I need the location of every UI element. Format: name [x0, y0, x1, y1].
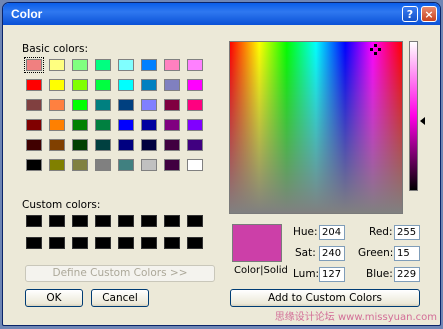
- custom-color-swatch[interactable]: [72, 237, 88, 249]
- add-to-custom-colors-button[interactable]: Add to Custom Colors: [230, 289, 420, 307]
- custom-color-swatch[interactable]: [26, 215, 42, 227]
- basic-color-swatch[interactable]: [26, 139, 42, 151]
- window-title: Color: [11, 7, 43, 21]
- custom-color-swatch[interactable]: [95, 215, 111, 227]
- color-spectrum[interactable]: [229, 41, 403, 214]
- basic-color-swatch[interactable]: [26, 99, 42, 111]
- basic-color-swatch[interactable]: [141, 139, 157, 151]
- custom-color-swatch[interactable]: [187, 215, 203, 227]
- basic-color-swatch[interactable]: [95, 119, 111, 131]
- basic-color-swatch[interactable]: [95, 59, 111, 71]
- custom-colors-grid: [26, 215, 203, 249]
- basic-color-swatch[interactable]: [187, 59, 203, 71]
- sat-field[interactable]: 240: [319, 246, 345, 261]
- basic-color-swatch[interactable]: [72, 139, 88, 151]
- basic-color-swatch[interactable]: [187, 159, 203, 171]
- hue-label: Hue:: [293, 226, 318, 238]
- custom-color-swatch[interactable]: [118, 237, 134, 249]
- basic-color-swatch[interactable]: [95, 79, 111, 91]
- sat-label: Sat:: [295, 247, 316, 259]
- basic-color-swatch[interactable]: [164, 79, 180, 91]
- custom-color-swatch[interactable]: [187, 237, 203, 249]
- watermark: 思缘设计论坛 www.missyuan.com: [274, 312, 437, 323]
- basic-color-swatch[interactable]: [141, 79, 157, 91]
- basic-color-swatch[interactable]: [49, 79, 65, 91]
- basic-color-swatch[interactable]: [164, 139, 180, 151]
- basic-color-swatch[interactable]: [141, 59, 157, 71]
- custom-color-swatch[interactable]: [164, 215, 180, 227]
- basic-color-swatch[interactable]: [49, 119, 65, 131]
- green-label: Green:: [358, 247, 394, 259]
- basic-color-swatch[interactable]: [72, 79, 88, 91]
- red-label: Red:: [369, 226, 393, 238]
- green-field[interactable]: 15: [394, 246, 420, 261]
- lum-label: Lum:: [293, 268, 320, 280]
- basic-color-swatch[interactable]: [95, 99, 111, 111]
- close-button[interactable]: ×: [421, 6, 437, 22]
- luminosity-slider[interactable]: [409, 41, 418, 191]
- basic-color-swatch[interactable]: [141, 159, 157, 171]
- basic-color-swatch[interactable]: [118, 119, 134, 131]
- basic-color-swatch[interactable]: [164, 99, 180, 111]
- basic-color-swatch[interactable]: [72, 119, 88, 131]
- basic-color-swatch[interactable]: [49, 159, 65, 171]
- cancel-button[interactable]: Cancel: [91, 289, 149, 307]
- basic-color-swatch[interactable]: [72, 99, 88, 111]
- red-field[interactable]: 255: [394, 225, 420, 240]
- custom-color-swatch[interactable]: [49, 215, 65, 227]
- custom-color-swatch[interactable]: [72, 215, 88, 227]
- basic-color-swatch[interactable]: [26, 159, 42, 171]
- color-dialog: Color ? × Basic colors: Custom colors: D…: [2, 2, 441, 326]
- basic-color-swatch[interactable]: [26, 119, 42, 131]
- basic-color-swatch[interactable]: [164, 59, 180, 71]
- help-button[interactable]: ?: [402, 6, 418, 22]
- basic-color-swatch[interactable]: [164, 159, 180, 171]
- basic-color-swatch[interactable]: [141, 119, 157, 131]
- basic-color-swatch[interactable]: [49, 99, 65, 111]
- basic-color-swatch[interactable]: [118, 79, 134, 91]
- custom-color-swatch[interactable]: [118, 215, 134, 227]
- basic-color-swatch[interactable]: [118, 99, 134, 111]
- basic-color-swatch[interactable]: [95, 139, 111, 151]
- custom-color-swatch[interactable]: [26, 237, 42, 249]
- basic-color-swatch[interactable]: [118, 159, 134, 171]
- basic-color-swatch[interactable]: [164, 119, 180, 131]
- blue-field[interactable]: 229: [394, 267, 420, 282]
- custom-colors-label: Custom colors:: [22, 199, 101, 211]
- basic-color-swatch[interactable]: [24, 57, 44, 73]
- basic-color-swatch[interactable]: [187, 119, 203, 131]
- basic-color-swatch[interactable]: [26, 79, 42, 91]
- luminosity-pointer-icon[interactable]: [420, 117, 425, 125]
- basic-color-swatch[interactable]: [187, 99, 203, 111]
- custom-color-swatch[interactable]: [141, 215, 157, 227]
- blue-label: Blue:: [366, 268, 393, 280]
- basic-color-swatch[interactable]: [95, 159, 111, 171]
- basic-color-swatch[interactable]: [187, 79, 203, 91]
- basic-color-swatch[interactable]: [49, 139, 65, 151]
- define-custom-colors-button[interactable]: Define Custom Colors >>: [25, 265, 215, 282]
- basic-color-swatch[interactable]: [72, 59, 88, 71]
- basic-color-swatch[interactable]: [118, 59, 134, 71]
- lum-field[interactable]: 127: [319, 267, 345, 282]
- basic-color-swatch[interactable]: [49, 59, 65, 71]
- crosshair-icon: [370, 44, 381, 55]
- basic-colors-label: Basic colors:: [22, 43, 88, 55]
- ok-button[interactable]: OK: [25, 289, 83, 307]
- basic-color-swatch[interactable]: [141, 99, 157, 111]
- basic-colors-grid: [24, 57, 203, 171]
- basic-color-swatch[interactable]: [72, 159, 88, 171]
- custom-color-swatch[interactable]: [95, 237, 111, 249]
- hue-field[interactable]: 204: [319, 225, 345, 240]
- title-bar[interactable]: Color ? ×: [3, 3, 440, 25]
- custom-color-swatch[interactable]: [164, 237, 180, 249]
- custom-color-swatch[interactable]: [141, 237, 157, 249]
- custom-color-swatch[interactable]: [49, 237, 65, 249]
- color-preview: [232, 224, 282, 262]
- basic-color-swatch[interactable]: [187, 139, 203, 151]
- color-solid-label: Color|Solid: [234, 265, 288, 276]
- basic-color-swatch[interactable]: [118, 139, 134, 151]
